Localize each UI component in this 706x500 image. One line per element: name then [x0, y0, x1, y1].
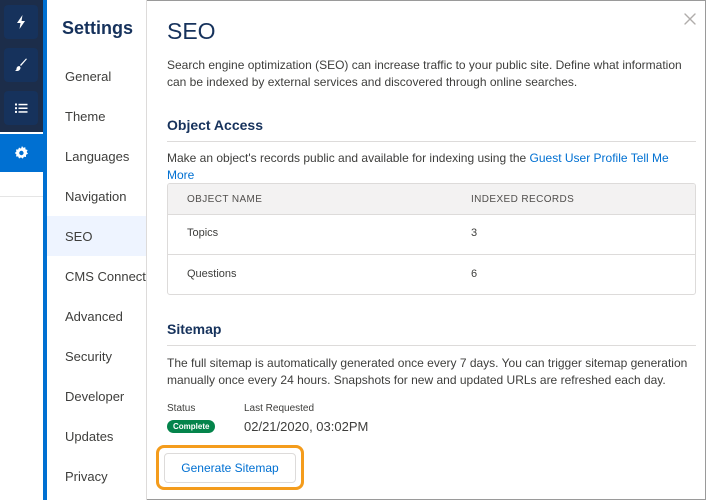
list-icon[interactable]: [4, 91, 38, 125]
status-label: Status: [167, 403, 196, 414]
generate-sitemap-button[interactable]: Generate Sitemap: [164, 453, 296, 483]
nav-item-privacy[interactable]: Privacy: [47, 456, 146, 496]
last-requested-date: 02/21/2020, 03:02PM: [244, 419, 369, 434]
nav-item-cms-connect[interactable]: CMS Connect: [47, 256, 146, 296]
table-header: OBJECT NAME INDEXED RECORDS: [168, 184, 695, 215]
nav-item-seo[interactable]: SEO: [47, 216, 146, 256]
icon-rail: [0, 0, 47, 500]
nav-item-theme[interactable]: Theme: [47, 96, 146, 136]
nav-title: Settings: [62, 18, 134, 38]
last-requested-label: Last Requested: [244, 403, 315, 414]
sitemap-text: The full sitemap is automatically genera…: [167, 355, 696, 389]
nav-item-general[interactable]: General: [47, 56, 146, 96]
table-row: Questions 6: [168, 256, 695, 294]
nav-item-updates[interactable]: Updates: [47, 416, 146, 456]
seo-panel: SEO Search engine optimization (SEO) can…: [148, 0, 705, 500]
rail-divider: [0, 196, 46, 197]
object-access-description: Make an object's records public and avai…: [167, 151, 530, 165]
intro-text: Search engine optimization (SEO) can inc…: [167, 57, 687, 91]
table-cell-count: 6: [471, 268, 478, 280]
section-divider: [167, 141, 696, 142]
sitemap-heading: Sitemap: [167, 321, 222, 337]
column-header-indexed-records: INDEXED RECORDS: [471, 194, 575, 205]
nav-item-developer[interactable]: Developer: [47, 376, 146, 416]
column-header-object-name: OBJECT NAME: [187, 194, 263, 205]
close-icon[interactable]: [683, 12, 697, 26]
nav-item-advanced[interactable]: Advanced: [47, 296, 146, 336]
table-cell-object: Questions: [187, 268, 237, 280]
nav-item-languages[interactable]: Languages: [47, 136, 146, 176]
brush-icon[interactable]: [4, 48, 38, 82]
settings-nav: Settings General Theme Languages Navigat…: [47, 0, 147, 500]
table-row: Topics 3: [168, 215, 695, 255]
nav-item-security[interactable]: Security: [47, 336, 146, 376]
page-title: SEO: [167, 18, 216, 44]
section-divider: [167, 345, 696, 346]
gear-icon[interactable]: [0, 134, 44, 172]
table-cell-count: 3: [471, 227, 478, 239]
table-cell-object: Topics: [187, 227, 219, 239]
guest-user-profile-link[interactable]: Guest User Profile: [530, 151, 628, 165]
intro-line-1: Search engine optimization (SEO) can inc…: [167, 58, 682, 72]
object-access-table: OBJECT NAME INDEXED RECORDS Topics 3 Que…: [167, 183, 696, 295]
lightning-icon[interactable]: [4, 5, 38, 39]
object-access-text: Make an object's records public and avai…: [167, 150, 696, 184]
nav-item-navigation[interactable]: Navigation: [47, 176, 146, 216]
sitemap-line-2: manually once every 24 hours. Snapshots …: [167, 373, 666, 387]
status-badge: Complete: [167, 420, 216, 433]
intro-line-2: can be indexed by external services and …: [167, 75, 578, 89]
object-access-heading: Object Access: [167, 117, 263, 133]
sitemap-line-1: The full sitemap is automatically genera…: [167, 356, 688, 370]
